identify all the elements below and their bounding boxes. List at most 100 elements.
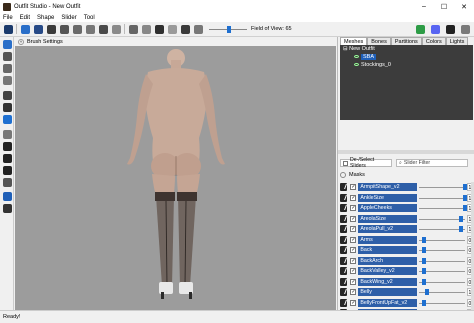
texture-icon[interactable] (3, 76, 12, 85)
settings-gear-icon[interactable] (416, 25, 425, 34)
slider-knob[interactable] (421, 268, 426, 275)
slider-checkbox[interactable]: ✓ (350, 257, 357, 264)
minimize-button[interactable]: – (414, 0, 434, 13)
deselect-sliders-button[interactable]: De-/Select Sliders (340, 157, 392, 169)
slider-knob[interactable] (463, 194, 468, 201)
alpha-brush-icon[interactable] (112, 24, 121, 34)
slider-knob[interactable] (458, 215, 463, 222)
visibility-eye-icon[interactable] (354, 63, 359, 67)
slider-checkbox[interactable]: ✓ (350, 215, 357, 222)
slider-row[interactable]: ✓AppleCheeks10 (338, 203, 474, 214)
pivot-icon[interactable] (142, 24, 151, 34)
slider-knob[interactable] (424, 289, 429, 296)
slider-checkbox[interactable]: ✓ (350, 194, 357, 201)
slider-track[interactable] (419, 299, 466, 307)
visibility-eye-icon[interactable] (354, 55, 359, 59)
slider-row[interactable]: ✓AreolaSize10 (338, 214, 474, 225)
menu-tool[interactable]: Tool (84, 15, 95, 21)
masks-group[interactable]: Masks (340, 171, 473, 179)
light-icon[interactable] (194, 24, 203, 34)
slider-row[interactable]: ✓AnkleSize10 (338, 193, 474, 204)
github-icon[interactable] (446, 25, 455, 34)
slider-knob[interactable] (421, 278, 426, 285)
menu-slider[interactable]: Slider (61, 15, 76, 21)
segment-icon[interactable] (3, 178, 12, 187)
edit-slider-icon[interactable] (340, 256, 348, 265)
slider-track[interactable] (419, 225, 466, 233)
undo-icon[interactable] (3, 130, 12, 139)
mirror-icon[interactable] (181, 24, 190, 34)
panel-splitter[interactable] (338, 150, 474, 154)
slider-row[interactable]: ✓ BackWing_v2 0 (338, 277, 474, 288)
slider-checkbox[interactable]: ✓ (350, 299, 357, 306)
slider-row[interactable]: ✓ Back 0 (338, 245, 474, 256)
edit-slider-icon[interactable] (340, 298, 348, 307)
menu-shape[interactable]: Shape (37, 15, 54, 21)
dot-icon[interactable] (3, 166, 12, 175)
brush-settings[interactable]: ˅ Brush Settings (15, 37, 337, 46)
slider-knob[interactable] (421, 257, 426, 264)
chevron-down-icon[interactable]: ˅ (18, 38, 24, 45)
slider-row[interactable]: ✓ Arms 0 (338, 235, 474, 246)
mask-brush-icon[interactable] (21, 24, 30, 34)
slider-track[interactable] (419, 204, 468, 212)
maximize-button[interactable]: ☐ (434, 0, 454, 13)
edit-slider-icon[interactable] (340, 204, 348, 213)
wireframe-icon[interactable] (3, 52, 12, 61)
slider-track[interactable] (419, 288, 466, 296)
select-tool-icon[interactable] (4, 24, 13, 34)
lighting-icon[interactable] (3, 64, 12, 73)
slider-track[interactable] (419, 215, 466, 223)
brush-strength-icon[interactable] (3, 103, 12, 112)
slider-track[interactable] (419, 278, 466, 286)
fov-slider-thumb[interactable] (227, 25, 231, 33)
tree-root[interactable]: ⊟ New Outfit (343, 46, 375, 53)
slider-checkbox[interactable]: ✓ (350, 226, 357, 233)
menu-edit[interactable]: Edit (20, 15, 30, 21)
tab-bones[interactable]: Bones (367, 37, 391, 45)
slider-checkbox[interactable]: ✓ (350, 247, 357, 254)
edit-slider-icon[interactable] (340, 235, 348, 244)
slider-row[interactable]: ✓ArmpitShape_v210 (338, 182, 474, 193)
help-icon[interactable] (461, 25, 470, 34)
slider-knob[interactable] (421, 299, 426, 306)
tree-item-stockings[interactable]: Stockings_0 (354, 62, 391, 69)
mesh-tree[interactable]: ⊟ New Outfit SBA Stockings_0 (340, 45, 473, 120)
slider-checkbox[interactable]: ✓ (350, 184, 357, 191)
collision-icon[interactable] (168, 24, 177, 34)
slider-row[interactable]: ✓AreolaPull_v210 (338, 224, 474, 235)
slider-filter-input[interactable]: ⌕ Slider Filter (396, 159, 468, 167)
slider-track[interactable] (419, 246, 466, 254)
vertex-select-icon[interactable] (155, 24, 164, 34)
slider-row[interactable]: ✓ BackValley_v2 0 (338, 266, 474, 277)
brush-size-icon[interactable] (3, 91, 12, 100)
slider-track[interactable] (419, 183, 468, 191)
dot-icon[interactable] (3, 142, 12, 151)
tab-colors[interactable]: Colors (421, 37, 446, 45)
move-brush-icon[interactable] (60, 24, 69, 34)
weight-brush-icon[interactable] (86, 24, 95, 34)
transform-icon[interactable] (129, 24, 138, 34)
slider-checkbox[interactable]: ✓ (350, 289, 357, 296)
edit-slider-icon[interactable] (340, 246, 348, 255)
slider-track[interactable] (419, 236, 466, 244)
slider-checkbox[interactable]: ✓ (350, 268, 357, 275)
slider-track[interactable] (419, 257, 466, 265)
partition-icon[interactable] (3, 192, 12, 201)
tab-lights[interactable]: Lights (445, 37, 469, 45)
slider-knob[interactable] (421, 236, 426, 243)
tab-partitions[interactable]: Partitions (390, 37, 422, 45)
edit-slider-icon[interactable] (340, 225, 348, 234)
collapse-circle-icon[interactable] (340, 172, 346, 178)
slider-row[interactable]: ✓ BackArch 0 (338, 256, 474, 267)
edit-slider-icon[interactable] (340, 193, 348, 202)
field-of-view-slider[interactable] (209, 25, 247, 34)
slider-track[interactable] (419, 267, 466, 275)
close-button[interactable]: ✕ (454, 0, 474, 13)
edit-slider-icon[interactable] (340, 277, 348, 286)
inflate-brush-icon[interactable] (34, 24, 43, 34)
edit-slider-icon[interactable] (340, 288, 348, 297)
edit-slider-icon[interactable] (340, 183, 348, 192)
smooth-brush-icon[interactable] (73, 24, 82, 34)
dot-icon[interactable] (3, 154, 12, 163)
